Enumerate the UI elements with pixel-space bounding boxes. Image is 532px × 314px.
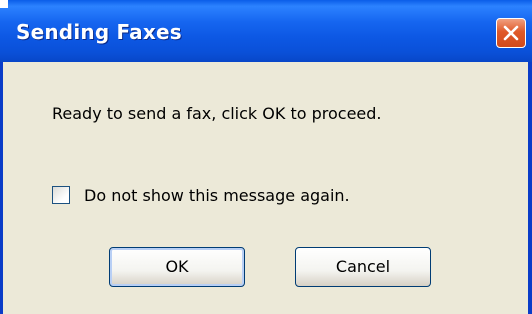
- window-frame-right: [528, 62, 532, 314]
- ok-button[interactable]: OK: [109, 247, 245, 287]
- dialog-title: Sending Faxes: [16, 20, 182, 44]
- message-text: Ready to send a fax, click OK to proceed…: [52, 104, 382, 123]
- dialog-window: Sending Faxes Ready to send a fax, click…: [0, 0, 532, 314]
- cancel-button[interactable]: Cancel: [295, 247, 431, 287]
- dont-show-again-checkbox[interactable]: [52, 186, 70, 204]
- title-bar[interactable]: Sending Faxes: [0, 0, 532, 62]
- close-icon: [503, 25, 519, 41]
- window-corner: [0, 0, 8, 8]
- dont-show-again-label[interactable]: Do not show this message again.: [84, 186, 350, 205]
- dialog-content: Ready to send a fax, click OK to proceed…: [3, 62, 528, 314]
- close-button[interactable]: [496, 18, 526, 48]
